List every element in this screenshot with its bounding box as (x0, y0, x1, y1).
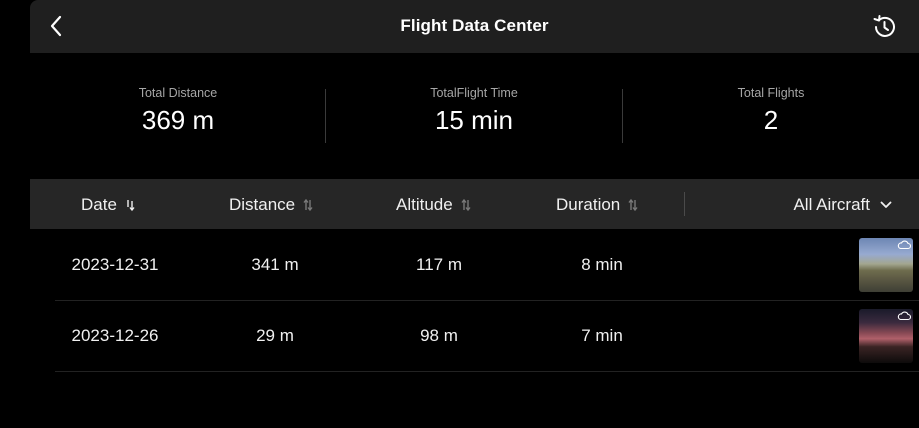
sort-icon (628, 198, 638, 212)
column-header-distance[interactable]: Distance (229, 195, 313, 215)
cloud-icon (897, 240, 911, 250)
row-duration: 8 min (581, 255, 623, 274)
sort-icon (461, 198, 471, 212)
row-distance: 341 m (251, 255, 299, 274)
stat-value: 2 (763, 105, 779, 135)
sort-icon (303, 198, 313, 212)
flight-thumbnail (859, 309, 913, 363)
flight-data-center-screen: Flight Data Center Total Distance 369 m … (30, 0, 919, 428)
chevron-down-icon (880, 201, 892, 208)
sort-descending-icon (127, 200, 135, 212)
row-date: 2023-12-26 (71, 326, 159, 345)
aircraft-filter-label: All Aircraft (793, 195, 870, 214)
stat-value: 369 m (141, 105, 215, 135)
table-header: Date Distance Altitude Duration All Airc… (30, 179, 919, 229)
stat-divider (622, 89, 623, 143)
row-altitude: 117 m (416, 255, 462, 274)
aircraft-filter-dropdown[interactable]: All Aircraft (793, 195, 892, 215)
stat-label: TotalFlight Time (430, 86, 518, 100)
column-header-label: Duration (556, 195, 621, 214)
stat-value: 15 min (434, 105, 514, 135)
stats-summary: Total Distance 369 m TotalFlight Time 15… (30, 53, 919, 179)
history-button[interactable] (869, 12, 899, 42)
stat-total-distance: Total Distance 369 m (78, 86, 278, 134)
column-header-label: Altitude (396, 195, 453, 214)
stat-total-flight-time: TotalFlight Time 15 min (374, 86, 574, 134)
stat-label: Total Flights (737, 86, 805, 100)
column-header-duration[interactable]: Duration (556, 195, 638, 215)
top-bar: Flight Data Center (30, 0, 919, 53)
cloud-icon (897, 311, 911, 321)
column-header-date[interactable]: Date (81, 195, 135, 215)
column-header-label: Distance (229, 195, 296, 214)
flight-row[interactable]: 2023-12-31 341 m 117 m 8 min (55, 229, 919, 301)
stat-divider (325, 89, 326, 143)
flight-row[interactable]: 2023-12-26 29 m 98 m 7 min (55, 300, 919, 372)
column-header-label: Date (81, 195, 117, 214)
stat-total-flights: Total Flights 2 (671, 86, 871, 134)
history-icon (873, 15, 895, 37)
row-duration: 7 min (581, 326, 623, 345)
row-date: 2023-12-31 (71, 255, 159, 274)
column-header-altitude[interactable]: Altitude (396, 195, 471, 215)
row-distance: 29 m (256, 326, 294, 345)
flight-thumbnail (859, 238, 913, 292)
header-divider (684, 192, 685, 216)
page-title: Flight Data Center (400, 16, 549, 35)
row-altitude: 98 m (420, 326, 458, 345)
stat-label: Total Distance (138, 86, 218, 100)
